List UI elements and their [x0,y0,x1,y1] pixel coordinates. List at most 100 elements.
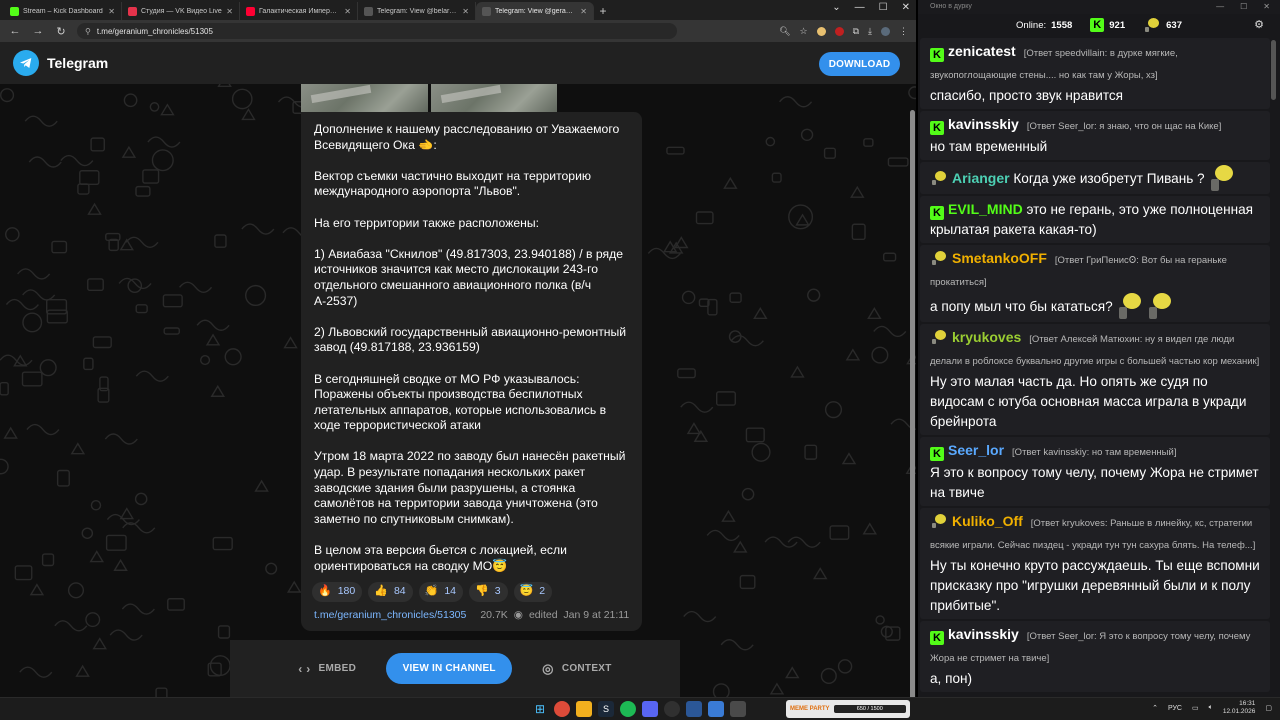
reload-icon[interactable]: ↻ [54,25,68,38]
close-window-button[interactable]: ✕ [1263,0,1270,14]
new-tab-button[interactable]: + [594,2,612,20]
widget-label: MEME PARTY [790,706,830,712]
chat-username[interactable]: zenicatest [948,43,1016,59]
notification-icon[interactable]: ▢ [1265,704,1272,712]
close-tab-icon[interactable]: ✕ [580,7,587,16]
close-tab-icon[interactable]: ✕ [108,7,115,16]
doodle-shape [24,115,58,127]
downloads-icon[interactable]: ⤓ [868,26,872,37]
doodle-shape [113,558,128,571]
steam-icon[interactable]: S [598,701,614,717]
doodle-shape [41,553,55,567]
reaction-count: 3 [494,585,501,598]
minimize-button[interactable]: — [855,2,865,13]
zoom-icon[interactable]: 🔍︎ [779,26,790,37]
page-scrollbar[interactable] [910,110,915,697]
kick-icon: K [1090,18,1105,32]
chat-username[interactable]: kryukoves [952,329,1021,345]
satellite-photo[interactable] [430,84,557,113]
gear-icon[interactable]: ⚙ [1254,18,1264,31]
browser-tab[interactable]: Галактическая Империя – все... ✕ [240,2,358,20]
browser-tab[interactable]: Telegram: View @belarusian_si... ✕ [358,2,476,20]
network-icon[interactable]: ▭ [1192,704,1199,712]
chat-username[interactable]: kavinsskiy [948,116,1019,132]
reaction-chip[interactable]: 👏 14 [418,582,464,602]
app-icon[interactable] [686,701,702,717]
chat-username[interactable]: Kuliko_Off [952,513,1023,529]
chat-message-text: но там временный [930,139,1048,154]
chat-username[interactable]: EVIL_MIND [948,201,1023,217]
close-tab-icon[interactable]: ✕ [344,7,351,16]
chat-username[interactable]: Seer_lor [948,442,1004,458]
minimize-button[interactable]: — [1216,0,1224,14]
satellite-photo[interactable] [301,84,428,113]
doodle-shape [739,574,756,590]
tab-search-icon[interactable]: ⌄ [832,2,840,13]
doodle-shape [851,223,866,241]
telegram-logo-icon[interactable] [13,50,39,76]
back-icon[interactable]: ← [8,25,22,37]
embed-button[interactable]: ‹ › EMBED [298,662,356,676]
reaction-count: 14 [444,585,457,598]
profile-avatar[interactable] [881,26,890,36]
close-tab-icon[interactable]: ✕ [462,7,469,16]
browser-tab[interactable]: Stream – Kick Dashboard ✕ [4,2,122,20]
browser-tab[interactable]: Telegram: View @geranium_ch... ✕ [476,2,594,20]
chat-username[interactable]: Arianger [952,170,1010,186]
maximize-button[interactable]: ☐ [879,2,888,13]
browser-tab[interactable]: Студия — VK Видео Live ✕ [122,2,240,20]
doodle-shape [5,227,20,242]
view-in-channel-button[interactable]: VIEW IN CHANNEL [386,653,513,684]
doodle-shape [54,620,88,632]
doodle-shape [90,500,102,511]
bookmark-star-icon[interactable]: ☆ [800,26,808,37]
menu-icon[interactable]: ⋮ [899,26,908,37]
chat-scrollbar[interactable] [1271,40,1276,100]
extensions-puzzle-icon[interactable]: ⧉ [853,26,859,37]
reaction-chip[interactable]: 👎 3 [469,582,508,602]
doodle-shape [104,433,138,445]
download-button[interactable]: DOWNLOAD [819,52,900,76]
context-button[interactable]: ◎ CONTEXT [542,661,612,677]
clock[interactable]: 16:31 12.01.2026 [1223,700,1256,716]
close-window-button[interactable]: ✕ [902,2,910,13]
doodle-shape [845,348,861,361]
doodle-shape [196,319,230,331]
code-icon: ‹ › [298,661,311,676]
doodle-shape [87,278,104,292]
doodle-shape [753,306,768,320]
windows-start-icon[interactable]: ⊞ [532,701,548,717]
maximize-button[interactable]: ☐ [1240,0,1247,14]
chevron-up-icon[interactable]: ⌃ [1152,704,1158,712]
site-info-icon[interactable]: ⚲ [85,27,91,36]
chat-username[interactable]: SmetankoOFF [952,250,1047,266]
reaction-chip[interactable]: 😇 2 [513,582,553,602]
file-explorer-icon[interactable] [576,701,592,717]
discord-icon[interactable] [642,701,658,717]
post-link[interactable]: t.me/geranium_chronicles/51305 [314,608,466,624]
meme-party-widget[interactable]: MEME PARTY 650 / 1500 [786,700,910,718]
chat-messages: Kzenicatest [Ответ speedvillain: в дурке … [920,38,1270,694]
language-indicator[interactable]: РУС [1168,705,1182,712]
address-bar[interactable]: ⚲ t.me/geranium_chronicles/51305 [77,23,677,39]
chrome-icon[interactable] [554,701,570,717]
forward-icon[interactable]: → [31,25,45,37]
reaction-chip[interactable]: 🔥 180 [312,582,363,602]
close-tab-icon[interactable]: ✕ [226,7,233,16]
app-icon[interactable] [708,701,724,717]
doodle-shape [87,202,102,215]
extension-icon[interactable] [816,26,826,36]
brand-name[interactable]: Telegram [47,55,108,71]
extension-icon[interactable] [834,26,844,36]
spotify-icon[interactable] [620,701,636,717]
doodle-shape [829,525,850,540]
doodle-shape [871,346,889,364]
post-media[interactable] [301,84,557,113]
doodle-shape [823,147,836,159]
volume-icon[interactable]: 🔈︎ [1209,704,1213,712]
chat-username[interactable]: kavinsskiy [948,626,1019,642]
reaction-chip[interactable]: 👍 84 [368,582,413,602]
app-icon[interactable] [730,701,746,717]
obs-icon[interactable] [664,701,680,717]
chat-message: Kkavinsskiy [Ответ Seer_lor: я знаю, что … [920,111,1270,160]
